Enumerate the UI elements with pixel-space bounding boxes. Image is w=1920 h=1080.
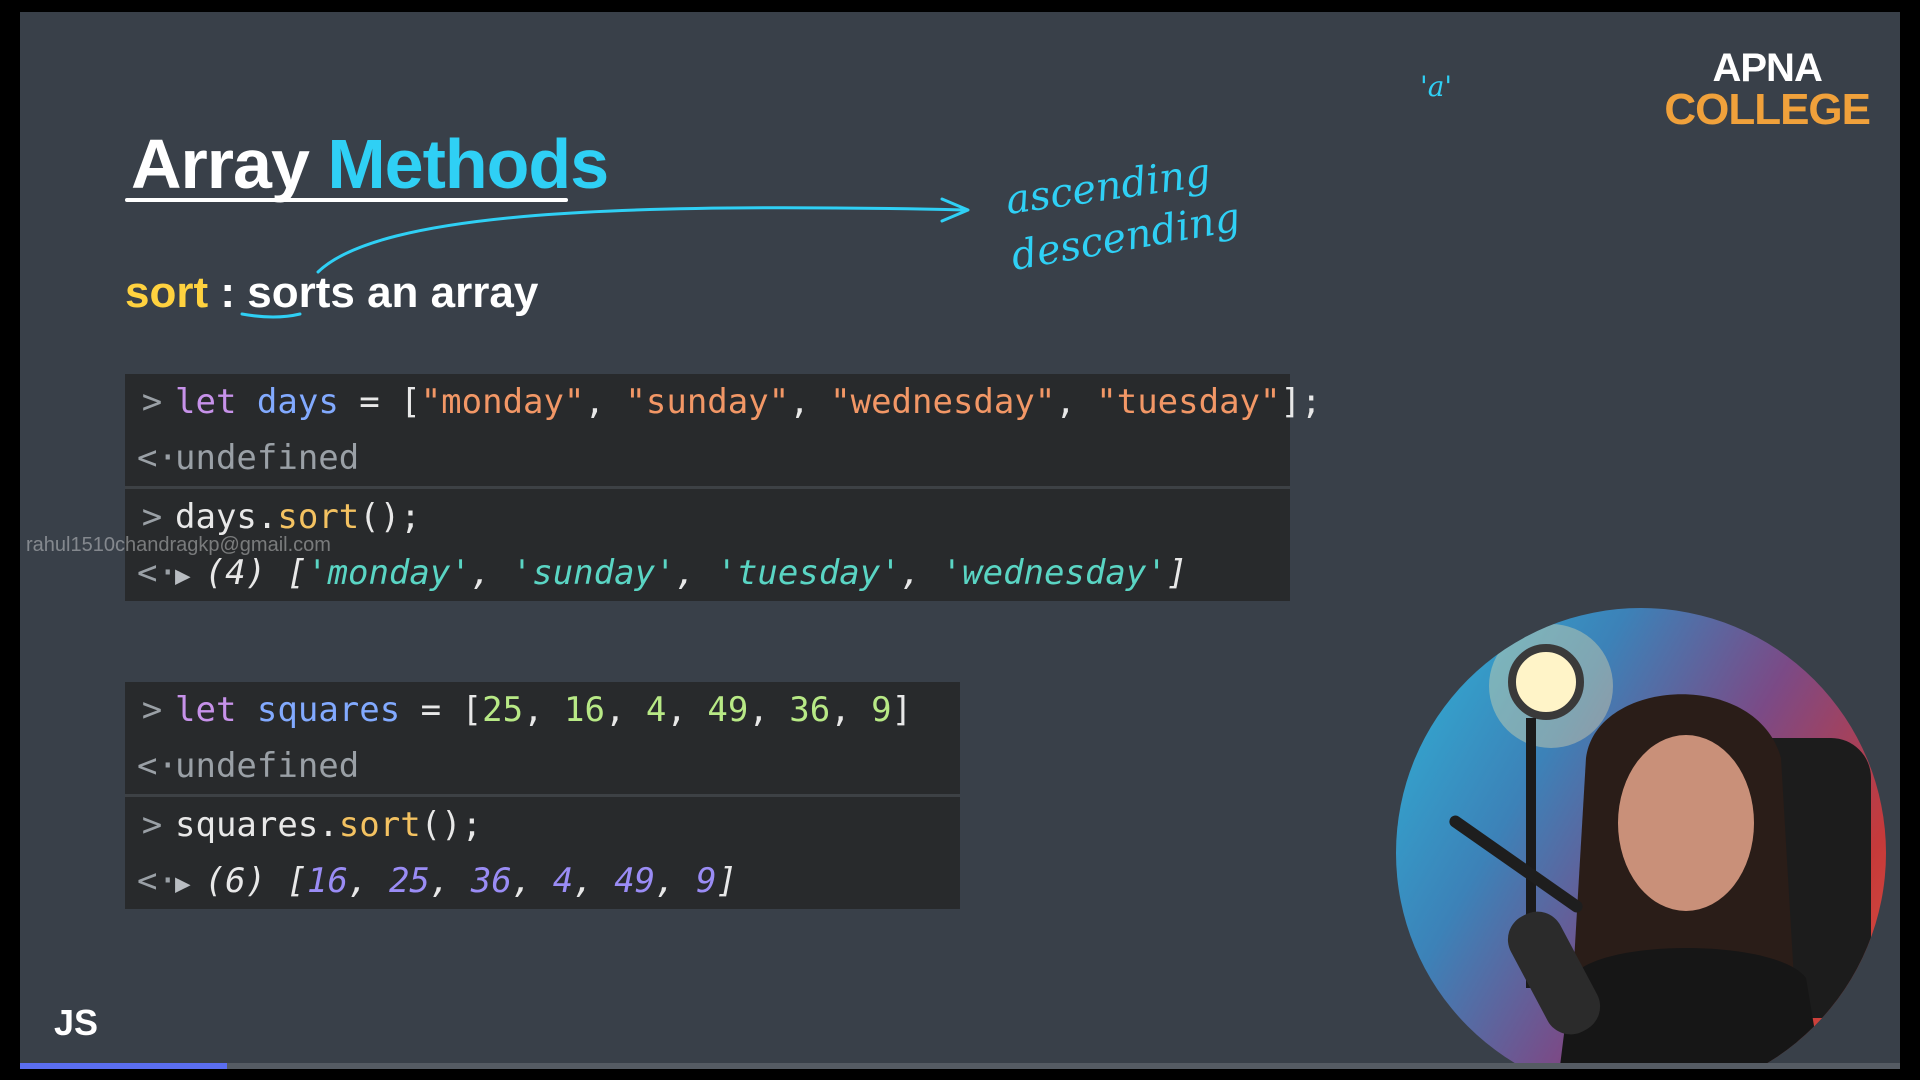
prompt-input-icon: > — [141, 690, 163, 730]
console-squares: > let squares = [25, 16, 4, 49, 36, 9] <·… — [125, 682, 960, 909]
code-string: "sunday" — [625, 382, 790, 422]
title-word-array: Array — [131, 125, 310, 203]
result-string: 'sunday' — [511, 553, 676, 593]
result-number: 16 — [307, 861, 348, 901]
result-bracket-open: [ — [286, 861, 308, 901]
video-progress-bar[interactable] — [20, 1063, 1900, 1069]
console-output-row: <· undefined — [125, 738, 960, 794]
code-keyword: let — [175, 382, 237, 422]
code-bracket-close: ] — [891, 690, 913, 730]
code-method: sort — [277, 497, 360, 537]
console-input-row: > let squares = [25, 16, 4, 49, 36, 9] — [125, 682, 960, 738]
code-number: 25 — [482, 690, 524, 730]
email-watermark: rahul1510chandragkp@gmail.com — [26, 534, 331, 556]
console-result-row[interactable]: <· ▶ (6) [16, 25, 36, 4, 49, 9] — [125, 853, 960, 909]
code-variable: days — [256, 382, 339, 422]
result-string: 'wednesday' — [941, 553, 1167, 593]
code-object: squares — [175, 805, 319, 845]
method-keyword: sort — [125, 268, 209, 317]
console-output-row: <· undefined — [125, 430, 1290, 486]
output-undefined: undefined — [175, 746, 360, 786]
prompt-input-icon: > — [141, 805, 163, 845]
result-string: 'tuesday' — [716, 553, 901, 593]
result-count: (4) — [204, 553, 267, 593]
studio-light-icon — [1508, 644, 1584, 720]
annotation-quote-a: 'a' — [1420, 70, 1452, 103]
annotation-arrow-head — [940, 197, 970, 223]
result-bracket-open: [ — [286, 553, 308, 593]
code-keyword: let — [175, 690, 237, 730]
brand-line2: COLLEGE — [1664, 85, 1871, 134]
prompt-output-icon: <· — [137, 438, 178, 478]
code-number: 49 — [707, 690, 749, 730]
presenter-webcam — [1396, 608, 1886, 1069]
code-string: "tuesday" — [1096, 382, 1281, 422]
code-string: "monday" — [420, 382, 585, 422]
result-bracket-close: ] — [1166, 553, 1188, 593]
video-progress-fill — [20, 1063, 227, 1069]
code-number: 16 — [564, 690, 605, 730]
result-count: (6) — [204, 861, 267, 901]
method-separator: : — [220, 268, 236, 317]
code-bracket-open: [ — [400, 382, 421, 422]
code-method: sort — [338, 805, 421, 845]
result-number: 36 — [470, 861, 512, 901]
prompt-output-icon: <· — [137, 861, 178, 901]
microphone-arm — [1449, 815, 1583, 913]
annotation-arrow — [316, 206, 967, 274]
prompt-output-icon: <· — [137, 746, 178, 786]
code-call: (); — [359, 497, 421, 537]
brand-line1: APNA — [1712, 46, 1822, 90]
code-string: "wednesday" — [830, 382, 1056, 422]
result-number: 49 — [614, 861, 656, 901]
code-call: (); — [420, 805, 483, 845]
code-bracket-open: [ — [461, 690, 483, 730]
console-input-row: > squares.sort(); — [125, 797, 960, 853]
method-description: sorts an array — [247, 268, 539, 317]
js-label: JS — [54, 1002, 99, 1043]
prompt-input-icon: > — [141, 382, 163, 422]
method-definition: sort : sorts an array — [125, 268, 538, 318]
result-bracket-close: ] — [716, 861, 738, 901]
code-operator: = — [400, 690, 462, 730]
result-number: 9 — [696, 861, 717, 901]
code-number: 9 — [871, 690, 892, 730]
title-underline — [125, 198, 568, 202]
title-word-methods: Methods — [327, 125, 609, 203]
result-number: 25 — [388, 861, 430, 901]
code-dot: . — [318, 805, 339, 845]
code-operator: = — [338, 382, 401, 422]
result-string: 'monday' — [307, 553, 471, 593]
presenter-illustration — [1449, 624, 1871, 1069]
annotation-descending: descending — [1008, 194, 1244, 279]
code-variable: squares — [256, 690, 401, 730]
result-number: 4 — [552, 861, 574, 901]
console-input-row: > let days = ["monday", "sunday", "wednes… — [125, 374, 1322, 430]
code-number: 36 — [789, 690, 831, 730]
code-object: days — [175, 497, 257, 537]
code-dot: . — [256, 497, 278, 537]
console-days: > let days = ["monday", "sunday", "wednes… — [125, 374, 1322, 601]
code-number: 4 — [645, 690, 667, 730]
output-undefined: undefined — [175, 438, 360, 478]
brand-logo: APNA COLLEGE — [1664, 46, 1871, 134]
presenter-face — [1618, 735, 1754, 911]
code-bracket-close: ]; — [1280, 382, 1322, 422]
slide-title: Array Methods — [131, 124, 609, 204]
annotation-ascending: ascending — [1003, 150, 1213, 224]
slide: Array Methods sort : sorts an array APNA… — [20, 12, 1900, 1069]
